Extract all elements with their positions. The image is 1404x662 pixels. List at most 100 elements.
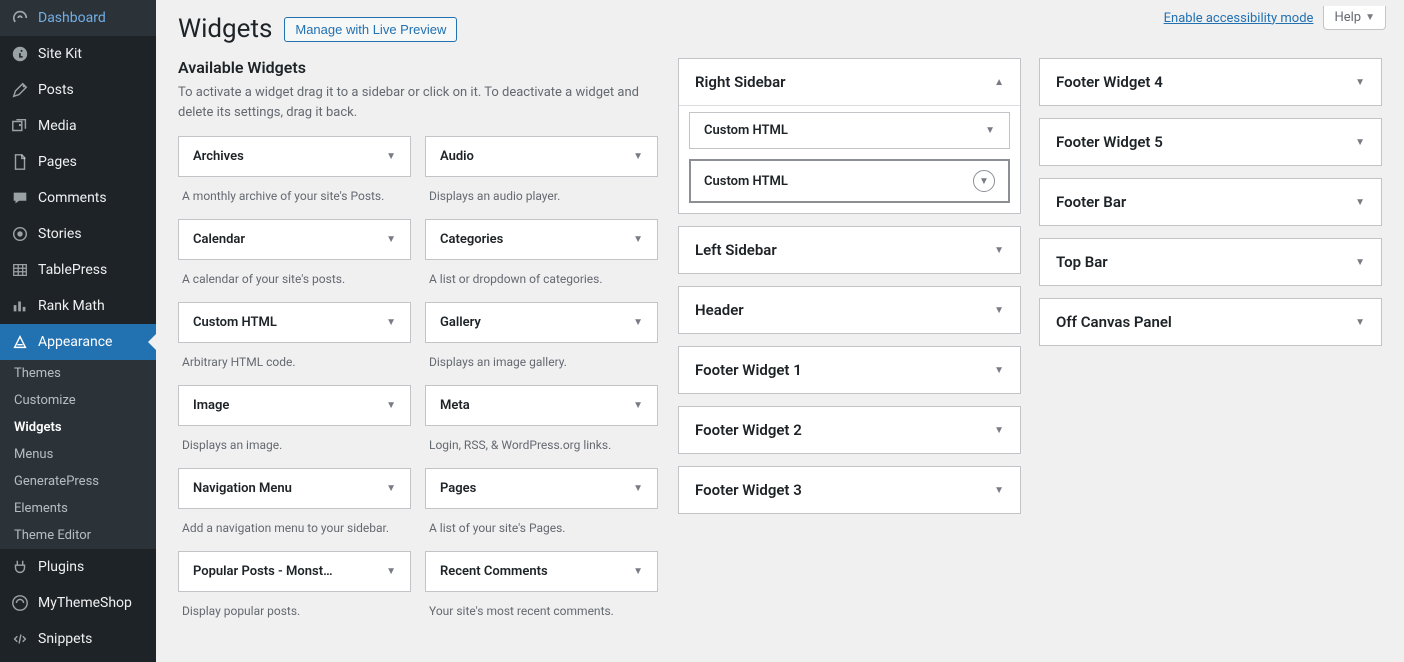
- widget-title: Navigation Menu: [193, 481, 292, 496]
- widget-area-footer-widget-1: Footer Widget 1▼: [678, 346, 1021, 394]
- widget-area-header[interactable]: Footer Widget 2▼: [679, 407, 1020, 453]
- available-widget-archives[interactable]: Archives▼: [178, 136, 411, 177]
- widget-area-header: Header ▼: [678, 286, 1021, 334]
- admin-sidebar: DashboardSite KitPosts Media PagesComments…: [0, 0, 156, 662]
- widget-area-right-sidebar: Right Sidebar▲ Custom HTML▼ Custom HTML▼: [678, 58, 1021, 214]
- placed-widget-custom-html[interactable]: Custom HTML▼: [689, 159, 1010, 203]
- widget-description: A monthly archive of your site's Posts.: [178, 177, 411, 209]
- widget-area-title: Header: [695, 301, 744, 319]
- chevron-down-icon: ▼: [1355, 257, 1365, 268]
- menu-item-pages[interactable]: Pages: [0, 144, 156, 180]
- chevron-down-icon: ▼: [633, 317, 643, 328]
- widget-area-header[interactable]: Footer Widget 3 ▼: [679, 467, 1020, 513]
- widget-area-footer-widget-4: Footer Widget 4▼: [1039, 58, 1382, 106]
- widget-area-header[interactable]: Top Bar▼: [1040, 239, 1381, 285]
- menu-item-media[interactable]: Media: [0, 108, 156, 144]
- widget-area-title: Left Sidebar: [695, 241, 777, 259]
- chevron-down-icon: ▼: [633, 400, 643, 411]
- available-widget-cell: Pages▼A list of your site's Pages.: [425, 468, 658, 541]
- plugins-icon: [10, 557, 30, 577]
- widget-area-title: Footer Widget 5: [1056, 133, 1163, 151]
- menu-item-tablepress[interactable]: TablePress: [0, 252, 156, 288]
- available-widget-pages[interactable]: Pages▼: [425, 468, 658, 509]
- available-widget-calendar[interactable]: Calendar▼: [178, 219, 411, 260]
- menu-item-plugins[interactable]: Plugins: [0, 549, 156, 585]
- available-widget-cell: Custom HTML▼Arbitrary HTML code.: [178, 302, 411, 375]
- widget-description: A calendar of your site's posts.: [178, 260, 411, 292]
- available-widget-meta[interactable]: Meta▼: [425, 385, 658, 426]
- widget-area-header[interactable]: Footer Bar▼: [1040, 179, 1381, 225]
- chevron-down-icon: ▼: [1365, 12, 1375, 23]
- widget-title: Recent Comments: [440, 564, 548, 579]
- menu-item-site-kit[interactable]: Site Kit: [0, 36, 156, 72]
- available-widget-custom-html[interactable]: Custom HTML▼: [178, 302, 411, 343]
- menu-item-mythemeshop[interactable]: MyThemeShop: [0, 585, 156, 621]
- available-widget-cell: Gallery▼Displays an image gallery.: [425, 302, 658, 375]
- widget-title: Categories: [440, 232, 503, 247]
- widget-description: Add a navigation menu to your sidebar.: [178, 509, 411, 541]
- accessibility-mode-link[interactable]: Enable accessibility mode: [1164, 11, 1314, 26]
- available-widget-cell: Audio▼Displays an audio player.: [425, 136, 658, 209]
- menu-label: Media: [38, 118, 77, 134]
- available-widget-cell: Popular Posts - Monst…▼Display popular p…: [178, 551, 411, 624]
- widget-title: Popular Posts - Monst…: [193, 564, 333, 579]
- posts-icon: [10, 80, 30, 100]
- available-widget-cell: Meta▼Login, RSS, & WordPress.org links.: [425, 385, 658, 458]
- widget-area-header[interactable]: Header ▼: [679, 287, 1020, 333]
- chevron-down-icon: ▼: [994, 485, 1004, 496]
- chevron-down-icon: ▼: [633, 566, 643, 577]
- menu-item-posts[interactable]: Posts: [0, 72, 156, 108]
- available-widget-recent-comments[interactable]: Recent Comments ▼: [425, 551, 658, 592]
- available-widget-cell: Recent Comments▼Your site's most recent …: [425, 551, 658, 624]
- widget-area-header[interactable]: Right Sidebar▲: [679, 59, 1020, 105]
- chevron-down-icon: ▼: [386, 483, 396, 494]
- widget-area-header[interactable]: Footer Widget 4▼: [1040, 59, 1381, 105]
- submenu-item-customize[interactable]: Customize: [0, 387, 156, 414]
- placed-widget-custom-html[interactable]: Custom HTML▼: [689, 112, 1010, 149]
- widget-area-header[interactable]: Off Canvas Panel▼: [1040, 299, 1381, 345]
- available-widget-image[interactable]: Image▼: [178, 385, 411, 426]
- menu-item-rank-math[interactable]: Rank Math: [0, 288, 156, 324]
- submenu-item-menus[interactable]: Menus: [0, 441, 156, 468]
- menu-label: Appearance: [38, 334, 112, 350]
- submenu-item-elements[interactable]: Elements: [0, 495, 156, 522]
- menu-item-snippets[interactable]: Snippets: [0, 621, 156, 657]
- widget-areas: Right Sidebar▲ Custom HTML▼ Custom HTML▼ Le…: [678, 58, 1382, 514]
- submenu-item-widgets[interactable]: Widgets: [0, 414, 156, 441]
- menu-label: MyThemeShop: [38, 595, 132, 611]
- available-widget-navigation-menu[interactable]: Navigation Menu ▼: [178, 468, 411, 509]
- menu-label: Stories: [38, 226, 82, 242]
- submenu-appearance: ThemesCustomizeWidgetsMenusGeneratePress…: [0, 360, 156, 549]
- chevron-down-icon: ▼: [1355, 77, 1365, 88]
- widget-area-left-sidebar: Left Sidebar▼: [678, 226, 1021, 274]
- widget-area-title: Footer Widget 3: [695, 481, 802, 499]
- help-tab[interactable]: Help ▼: [1323, 6, 1386, 30]
- submenu-item-themes[interactable]: Themes: [0, 360, 156, 387]
- available-widgets-description: To activate a widget drag it to a sideba…: [178, 83, 658, 122]
- submenu-item-generatepress[interactable]: GeneratePress: [0, 468, 156, 495]
- available-widget-categories[interactable]: Categories▼: [425, 219, 658, 260]
- available-widget-audio[interactable]: Audio▼: [425, 136, 658, 177]
- available-widget-cell: Archives▼A monthly archive of your site'…: [178, 136, 411, 209]
- manage-live-preview-button[interactable]: Manage with Live Preview: [284, 17, 457, 42]
- chevron-down-icon: ▼: [1355, 197, 1365, 208]
- submenu-item-theme-editor[interactable]: Theme Editor: [0, 522, 156, 549]
- available-widgets-heading: Available Widgets: [178, 58, 658, 77]
- menu-item-comments[interactable]: Comments: [0, 180, 156, 216]
- widget-area-header[interactable]: Footer Widget 1▼: [679, 347, 1020, 393]
- available-widget-gallery[interactable]: Gallery ▼: [425, 302, 658, 343]
- widget-area-header[interactable]: Left Sidebar▼: [679, 227, 1020, 273]
- menu-item-stories[interactable]: Stories: [0, 216, 156, 252]
- menu-item-dashboard[interactable]: Dashboard: [0, 0, 156, 36]
- widget-area-header[interactable]: Footer Widget 5▼: [1040, 119, 1381, 165]
- widget-title: Calendar: [193, 232, 245, 247]
- widget-description: Arbitrary HTML code.: [178, 343, 411, 375]
- chevron-down-icon: ▼: [994, 305, 1004, 316]
- widget-title: Image: [193, 398, 229, 413]
- chevron-down-icon: ▼: [386, 317, 396, 328]
- available-widget-popular-posts-monst-[interactable]: Popular Posts - Monst…▼: [178, 551, 411, 592]
- main-content: Enable accessibility mode Help ▼ Widgets…: [156, 0, 1404, 662]
- menu-item-appearance[interactable]: Appearance: [0, 324, 156, 360]
- widget-description: Displays an audio player.: [425, 177, 658, 209]
- widget-title: Gallery: [440, 315, 481, 330]
